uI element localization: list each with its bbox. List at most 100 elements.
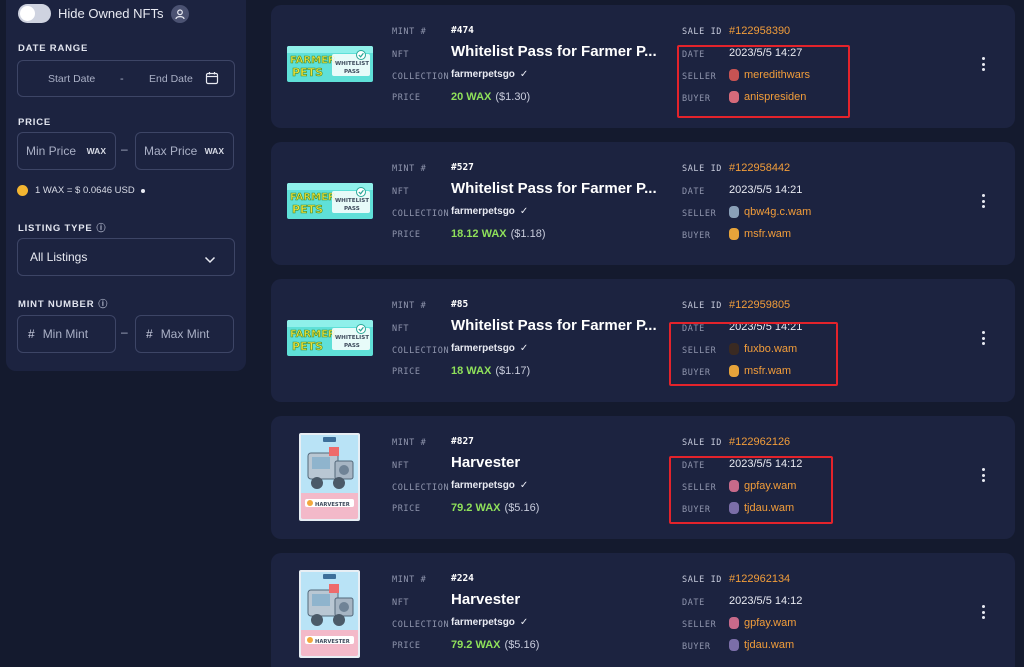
nft-name[interactable]: Harvester — [451, 454, 520, 471]
listing-type-value: All Listings — [30, 250, 88, 264]
sale-card[interactable]: FARMER PETS WHITELIST PASS MINT # NFT CO… — [271, 5, 1015, 128]
sale-card[interactable]: FARMER PETS WHITELIST PASS MINT # NFT CO… — [271, 142, 1015, 265]
price-label: PRICE — [392, 230, 421, 240]
buyer-label: BUYER — [682, 642, 711, 652]
whitelist-pass-image: FARMER PETS WHITELIST PASS — [287, 46, 373, 82]
more-options-icon[interactable] — [982, 605, 985, 619]
price-label: PRICE — [392, 367, 421, 377]
end-date-input[interactable]: End Date — [149, 73, 193, 85]
hide-owned-toggle[interactable] — [18, 4, 51, 23]
sale-card[interactable]: HARVESTER MINT # NFT COLLECTION PRICE #2… — [271, 553, 1015, 667]
sale-card[interactable]: FARMER PETS WHITELIST PASS MINT # NFT CO… — [271, 279, 1015, 402]
min-price-currency: WAX — [86, 146, 106, 156]
collection-text[interactable]: farmerpetsgo — [451, 480, 515, 491]
mint-number-label: MINT NUMBER ⓘ — [18, 297, 108, 310]
seller-name[interactable]: gpfay.wam — [744, 617, 796, 629]
mint-label: MINT # — [392, 438, 427, 448]
collection-name[interactable]: farmerpetsgo ✓ — [451, 480, 528, 491]
collection-text[interactable]: farmerpetsgo — [451, 206, 515, 217]
mint-label: MINT # — [392, 164, 427, 174]
sale-id-link[interactable]: #122958442 — [729, 162, 790, 174]
sale-id-link[interactable]: #122962126 — [729, 436, 790, 448]
collection-label: COLLECTION — [392, 483, 450, 493]
nft-name[interactable]: Harvester — [451, 591, 520, 608]
max-price-placeholder: Max Price — [144, 144, 198, 158]
price-wax: 18.12 WAX — [451, 228, 507, 240]
nft-thumbnail[interactable]: FARMER PETS WHITELIST PASS — [287, 320, 373, 356]
listing-type-select[interactable]: All Listings — [17, 238, 235, 276]
price-label: PRICE — [18, 117, 52, 128]
more-options-icon[interactable] — [982, 194, 985, 208]
info-icon[interactable]: ⓘ — [98, 299, 108, 309]
hide-owned-row: Hide Owned NFTs — [18, 4, 190, 23]
sale-id-link[interactable]: #122958390 — [729, 25, 790, 37]
min-price-placeholder: Min Price — [26, 144, 77, 158]
nft-name[interactable]: Whitelist Pass for Farmer P... — [451, 43, 657, 60]
avatar — [729, 639, 739, 651]
collection-label: COLLECTION — [392, 346, 450, 356]
more-options-icon[interactable] — [982, 468, 985, 482]
calendar-icon[interactable] — [205, 71, 219, 88]
date-range-field[interactable]: Start Date - End Date — [17, 60, 235, 97]
pass-logo-text: FARMER — [290, 55, 336, 66]
sale-id-link[interactable]: #122959805 — [729, 299, 790, 311]
nft-thumbnail[interactable]: FARMER PETS WHITELIST PASS — [287, 183, 373, 219]
buyer-name[interactable]: tjdau.wam — [744, 639, 794, 651]
sale-price: 79.2 WAX ($5.16) — [451, 639, 539, 651]
max-price-currency: WAX — [204, 146, 224, 156]
wax-coin-icon — [17, 185, 28, 196]
price-label: PRICE — [392, 504, 421, 514]
collection-name[interactable]: farmerpetsgo ✓ — [451, 206, 528, 217]
seller-name[interactable]: qbw4g.c.wam — [744, 206, 811, 218]
collection-name[interactable]: farmerpetsgo ✓ — [451, 617, 528, 628]
date-label: DATE — [682, 598, 705, 608]
nft-label: NFT — [392, 187, 410, 197]
max-mint-input[interactable]: # Max Mint — [135, 315, 234, 353]
nft-thumbnail[interactable]: FARMER PETS WHITELIST PASS — [287, 46, 373, 82]
max-price-input[interactable]: Max Price WAX — [135, 132, 234, 170]
sale-card[interactable]: HARVESTER MINT # NFT COLLECTION PRICE #8… — [271, 416, 1015, 539]
pass-label-1: WHITELIST — [335, 61, 369, 67]
user-icon[interactable] — [171, 4, 190, 23]
collection-text[interactable]: farmerpetsgo — [451, 343, 515, 354]
seller-link[interactable]: gpfay.wam — [729, 617, 796, 629]
sale-id-link[interactable]: #122962134 — [729, 573, 790, 585]
harvester-card-image: HARVESTER — [299, 570, 360, 658]
nft-name[interactable]: Whitelist Pass for Farmer P... — [451, 180, 657, 197]
min-mint-input[interactable]: # Min Mint — [17, 315, 116, 353]
min-price-input[interactable]: Min Price WAX — [17, 132, 116, 170]
mint-number: #827 — [451, 436, 474, 447]
info-icon[interactable]: ⓘ — [97, 223, 107, 233]
buyer-label: BUYER — [682, 231, 711, 241]
nft-name[interactable]: Whitelist Pass for Farmer P... — [451, 317, 657, 334]
start-date-input[interactable]: Start Date — [48, 73, 95, 85]
highlight-box — [669, 456, 833, 524]
pass-label-2: PASS — [344, 206, 360, 212]
buyer-link[interactable]: tjdau.wam — [729, 639, 794, 651]
pass-logo-text: FARMER — [290, 329, 336, 340]
price-usd: ($5.16) — [504, 502, 540, 514]
more-options-icon[interactable] — [982, 57, 985, 71]
buyer-name[interactable]: msfr.wam — [744, 228, 791, 240]
collection-name[interactable]: farmerpetsgo ✓ — [451, 343, 528, 354]
mint-number-text: MINT NUMBER — [18, 299, 95, 310]
listing-type-label: LISTING TYPE ⓘ — [18, 221, 106, 234]
more-options-icon[interactable] — [982, 331, 985, 345]
nft-thumbnail[interactable]: HARVESTER — [299, 433, 360, 521]
collection-label: COLLECTION — [392, 209, 450, 219]
collection-name[interactable]: farmerpetsgo ✓ — [451, 69, 528, 80]
price-wax: 20 WAX — [451, 91, 492, 103]
date-separator: - — [120, 72, 124, 85]
nft-thumbnail[interactable]: HARVESTER — [299, 570, 360, 658]
seller-label: SELLER — [682, 620, 717, 630]
max-mint-placeholder: Max Mint — [160, 327, 210, 341]
collection-text[interactable]: farmerpetsgo — [451, 617, 515, 628]
mint-number: #224 — [451, 573, 474, 584]
hide-owned-label: Hide Owned NFTs — [58, 6, 164, 21]
price-separator: – — [121, 142, 128, 156]
buyer-link[interactable]: msfr.wam — [729, 228, 791, 240]
seller-link[interactable]: qbw4g.c.wam — [729, 206, 811, 218]
pass-logo-text-2: PETS — [292, 66, 323, 79]
wax-rate-text: 1 WAX = $ 0.0646 USD — [35, 185, 135, 196]
collection-text[interactable]: farmerpetsgo — [451, 69, 515, 80]
